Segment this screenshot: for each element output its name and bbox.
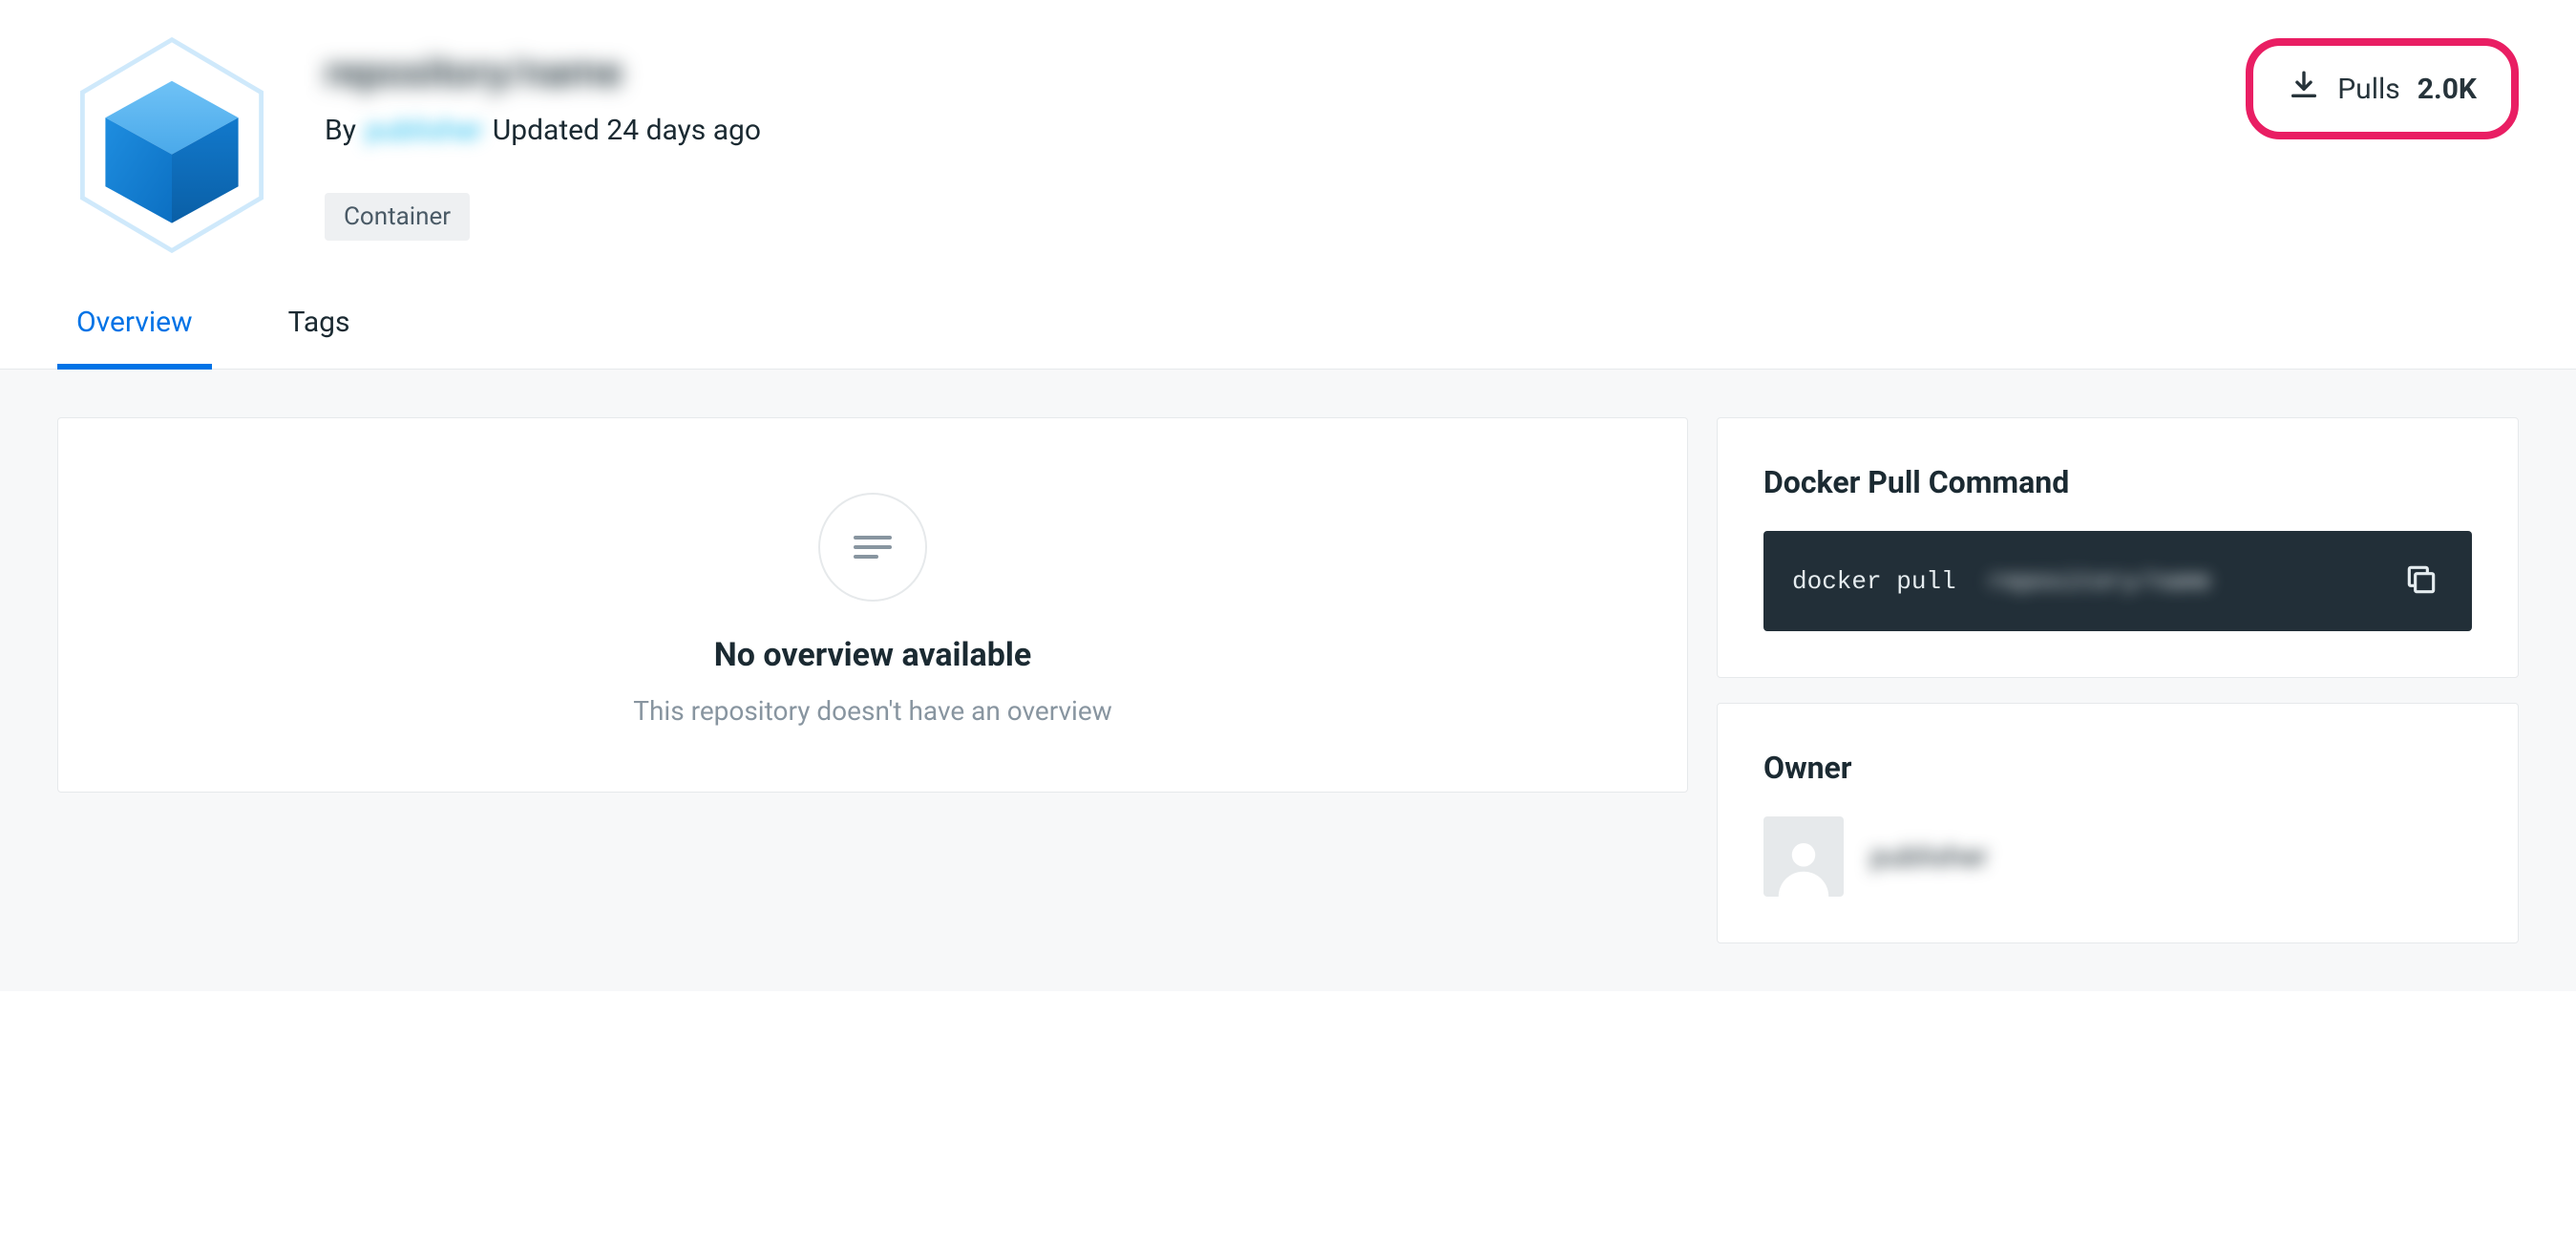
pulls-pill: Pulls 2.0K	[2246, 38, 2519, 139]
type-chip-container[interactable]: Container	[325, 193, 470, 241]
copy-button[interactable]	[2399, 558, 2443, 604]
overview-card: No overview available This repository do…	[57, 417, 1688, 793]
pulls-label: Pulls	[2337, 73, 2400, 106]
repo-byline: By publisher Updated 24 days ago	[325, 114, 2519, 147]
copy-icon	[2403, 586, 2439, 601]
body-area: No overview available This repository do…	[0, 370, 2576, 991]
tab-overview[interactable]: Overview	[57, 279, 212, 370]
by-prefix: By	[325, 114, 356, 147]
pull-command-prefix: docker pull	[1792, 567, 1971, 596]
publisher-link[interactable]: publisher	[366, 114, 483, 147]
owner-name-link[interactable]: publisher	[1870, 840, 1988, 874]
repo-header: repository/name By publisher Updated 24 …	[0, 0, 2576, 279]
owner-heading: Owner	[1763, 750, 2472, 786]
owner-card: Owner publisher	[1717, 703, 2519, 943]
pull-command-heading: Docker Pull Command	[1763, 464, 2472, 500]
pull-command-arg: repository/name	[1988, 567, 2211, 596]
tab-tags[interactable]: Tags	[269, 279, 370, 370]
repo-cube-icon	[57, 31, 286, 260]
tag-row: Container	[325, 193, 2519, 241]
pull-command-code: docker pull repository/name	[1763, 531, 2472, 631]
repo-title: repository/name	[325, 50, 2519, 96]
empty-subtitle: This repository doesn't have an overview	[104, 695, 1641, 727]
tabs: Overview Tags	[0, 279, 2576, 370]
owner-avatar-icon[interactable]	[1763, 816, 1844, 897]
download-icon	[2288, 69, 2320, 109]
pulls-count: 2.0K	[2418, 73, 2477, 106]
updated-text: Updated 24 days ago	[493, 114, 761, 147]
empty-doc-icon	[818, 493, 927, 602]
pull-command-card: Docker Pull Command docker pull reposito…	[1717, 417, 2519, 678]
empty-title: No overview available	[104, 636, 1641, 674]
